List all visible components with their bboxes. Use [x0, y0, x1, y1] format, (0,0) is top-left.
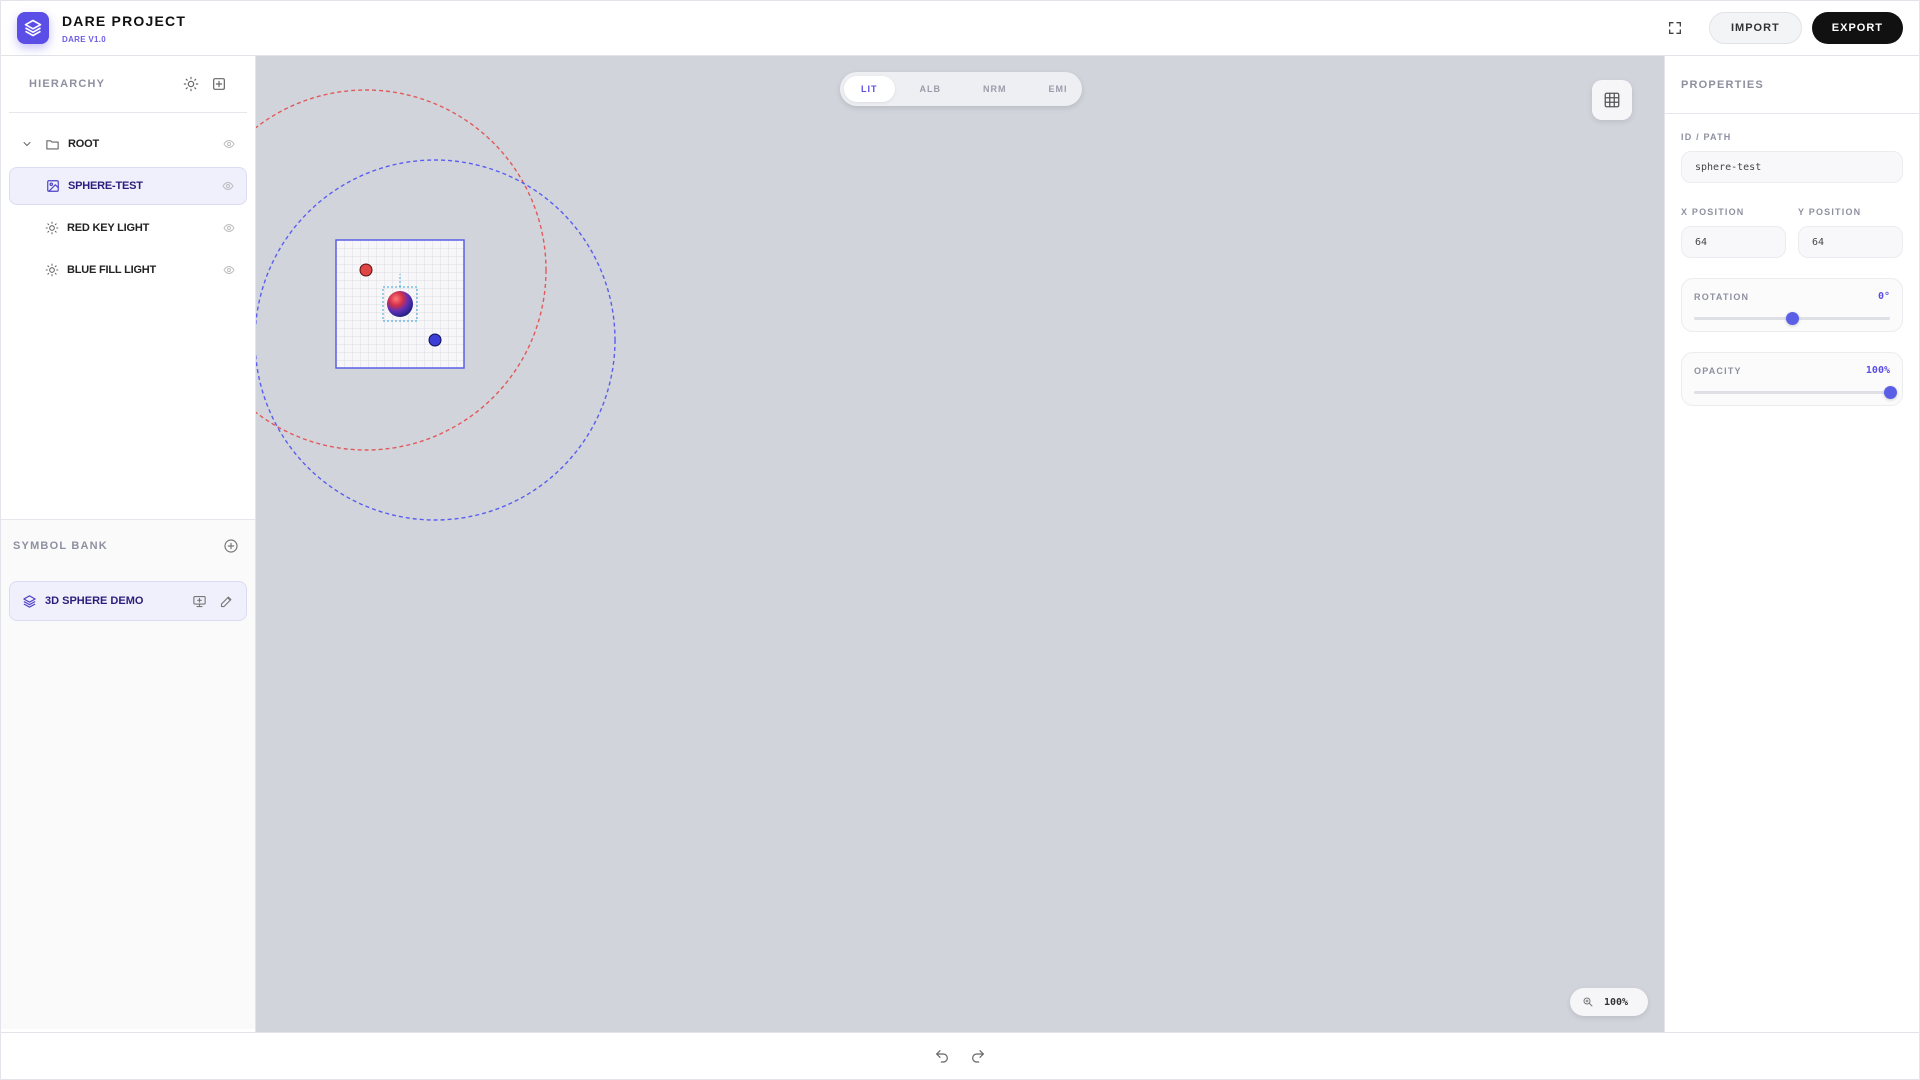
opacity-label: OPACITY — [1694, 365, 1742, 376]
undo-button[interactable] — [934, 1048, 950, 1064]
tree-item-label: RED KEY LIGHT — [67, 222, 150, 234]
tree-item-sphere-test[interactable]: SPHERE-TEST — [9, 167, 247, 205]
app-logo — [17, 12, 49, 44]
properties-title: PROPERTIES — [1681, 78, 1764, 91]
tree-item-label: SPHERE-TEST — [68, 180, 143, 192]
folder-icon — [46, 139, 59, 149]
red-light-handle[interactable] — [359, 263, 373, 277]
opacity-value: 100% — [1865, 365, 1890, 376]
app-version: DARE V1.0 — [62, 34, 107, 44]
chevron-down-icon[interactable] — [21, 138, 33, 150]
symbol-bank-title: SYMBOL BANK — [13, 539, 108, 552]
tree-item-root[interactable]: ROOT — [9, 125, 247, 163]
tree-item-blue-fill-light[interactable]: BLUE FILL LIGHT — [9, 251, 247, 289]
tab-emi[interactable]: EMI — [1032, 76, 1085, 102]
properties-header: PROPERTIES — [1665, 56, 1919, 114]
add-symbol-button[interactable] — [223, 538, 239, 554]
visibility-toggle-icon[interactable] — [223, 264, 235, 276]
properties-panel: PROPERTIES ID / PATH sphere-test X POSIT… — [1664, 56, 1920, 1032]
id-path-input[interactable]: sphere-test — [1681, 151, 1903, 183]
rotation-slider-thumb[interactable] — [1786, 312, 1799, 325]
tree-item-label: ROOT — [68, 138, 99, 150]
sun-icon — [45, 221, 59, 235]
hierarchy-panel: HIERARCHY ROOT SPHERE-TEST RED KEY LIGHT… — [0, 56, 256, 1032]
rotation-control: ROTATION 0° — [1681, 278, 1903, 332]
fullscreen-button[interactable] — [1659, 12, 1691, 44]
render-mode-toggle: LIT ALB NRM EMI — [840, 72, 1082, 106]
zoom-icon — [1583, 997, 1593, 1007]
redo-button[interactable] — [970, 1048, 986, 1064]
symbol-bank-header: SYMBOL BANK — [1, 520, 255, 571]
grid-icon — [1604, 92, 1620, 108]
tab-alb[interactable]: ALB — [903, 76, 959, 102]
top-bar: DARE PROJECT DARE V1.0 IMPORT EXPORT — [0, 0, 1920, 56]
layers-icon — [24, 19, 42, 37]
sun-icon — [45, 263, 59, 277]
app-title: DARE PROJECT — [62, 12, 187, 29]
x-position-label: X POSITION — [1681, 207, 1745, 217]
tree-item-red-key-light[interactable]: RED KEY LIGHT — [9, 209, 247, 247]
rotation-label: ROTATION — [1694, 291, 1750, 302]
tree-item-label: BLUE FILL LIGHT — [67, 264, 157, 276]
scene-layer — [256, 89, 616, 521]
import-button[interactable]: IMPORT — [1708, 12, 1802, 44]
rotation-value: 0° — [1877, 291, 1890, 302]
opacity-slider[interactable] — [1694, 386, 1897, 399]
grid-toggle-button[interactable] — [1592, 80, 1632, 120]
zoom-level: 100% — [1604, 996, 1629, 1008]
x-position-input[interactable]: 64 — [1681, 226, 1786, 258]
tab-lit[interactable]: LIT — [844, 76, 895, 102]
blue-light-handle[interactable] — [428, 333, 442, 347]
visibility-toggle-icon[interactable] — [223, 138, 235, 150]
id-path-label: ID / PATH — [1681, 132, 1732, 142]
hierarchy-header: HIERARCHY — [9, 56, 247, 113]
zoom-indicator[interactable]: 100% — [1570, 988, 1648, 1016]
add-item-button[interactable] — [211, 76, 227, 92]
edit-symbol-button[interactable] — [219, 594, 234, 609]
image-icon — [47, 180, 59, 192]
symbol-item-label: 3D SPHERE DEMO — [45, 595, 144, 607]
fullscreen-icon — [1668, 22, 1681, 34]
opacity-slider-thumb[interactable] — [1884, 386, 1897, 399]
place-symbol-button[interactable] — [192, 594, 207, 609]
export-button[interactable]: EXPORT — [1811, 12, 1903, 44]
rotation-slider[interactable] — [1694, 312, 1890, 325]
layers-icon — [23, 594, 36, 608]
visibility-toggle-icon[interactable] — [223, 222, 235, 234]
tab-nrm[interactable]: NRM — [966, 76, 1024, 102]
opacity-control: OPACITY 100% — [1681, 352, 1903, 406]
viewport-canvas[interactable]: LIT ALB NRM EMI 100% — [256, 56, 1664, 1032]
bottom-bar — [0, 1032, 1920, 1080]
symbol-bank-section: SYMBOL BANK 3D SPHERE DEMO — [1, 519, 255, 1029]
hierarchy-title: HIERARCHY — [29, 78, 106, 90]
y-position-input[interactable]: 64 — [1798, 226, 1903, 258]
symbol-item-3d-sphere-demo[interactable]: 3D SPHERE DEMO — [9, 581, 247, 621]
visibility-toggle-icon[interactable] — [222, 180, 234, 192]
sphere-sprite[interactable] — [387, 291, 413, 317]
y-position-label: Y POSITION — [1798, 207, 1862, 217]
add-light-button[interactable] — [183, 76, 199, 92]
